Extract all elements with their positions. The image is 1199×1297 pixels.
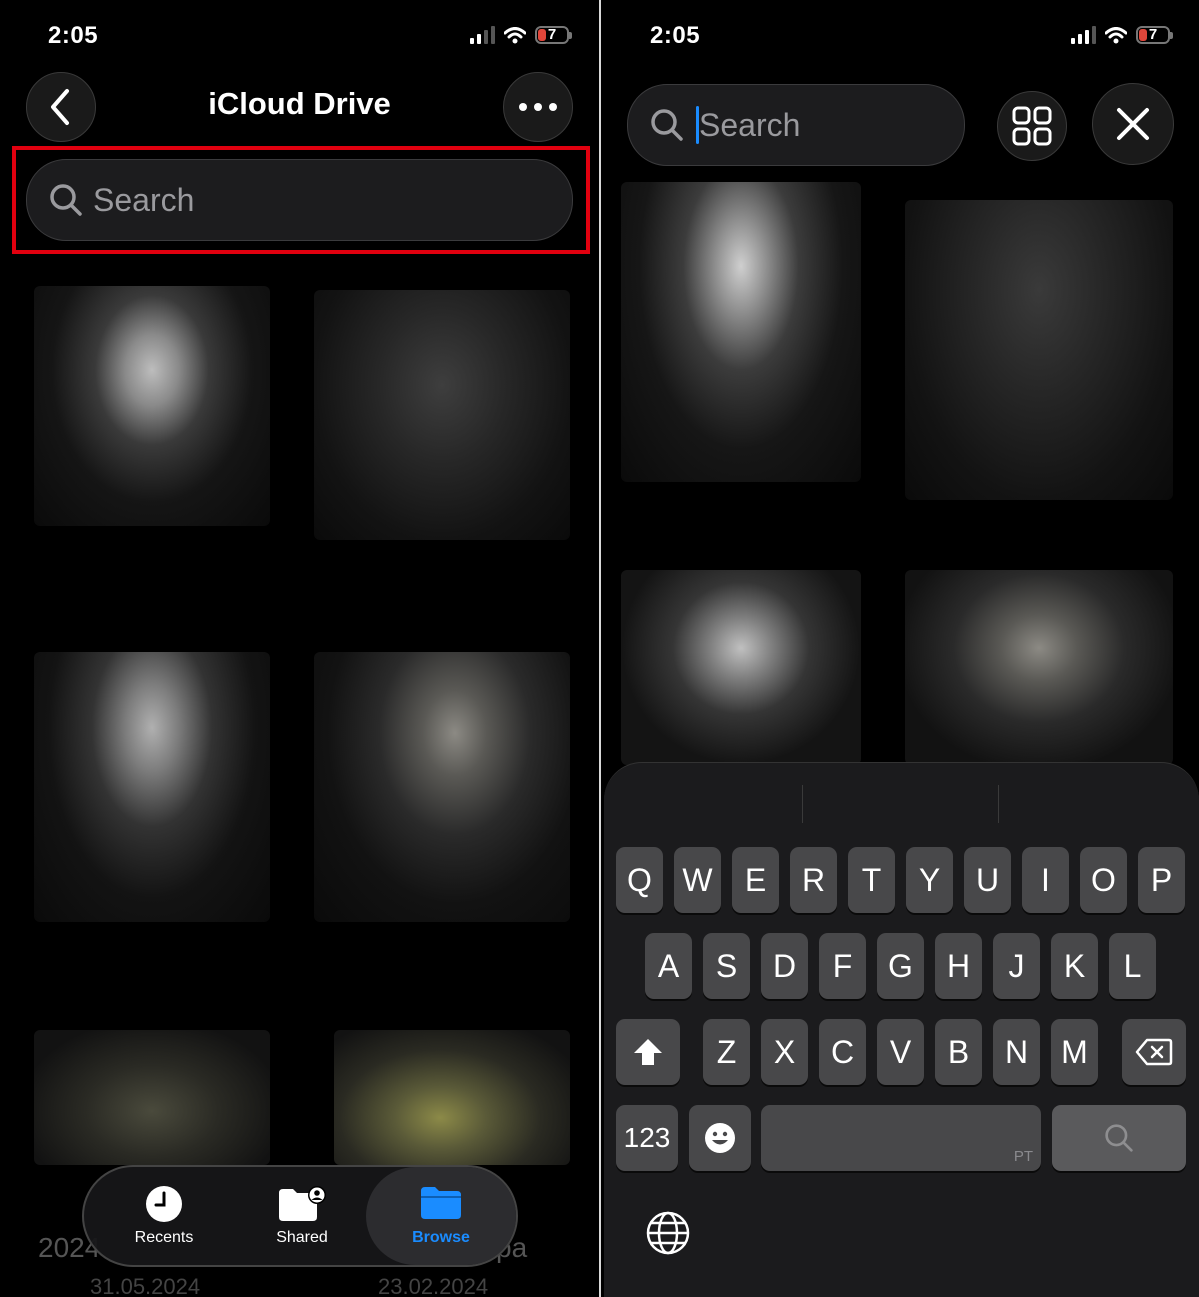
key-d[interactable]: D xyxy=(761,933,808,999)
tab-browse[interactable]: Browse xyxy=(366,1167,516,1265)
key-x[interactable]: X xyxy=(761,1019,808,1085)
file-thumbnail[interactable] xyxy=(905,570,1173,765)
status-time: 2:05 xyxy=(650,22,701,49)
left-screen: 2:05 7 iCloud Drive Search 2024 pa 31.05… xyxy=(0,0,599,1297)
delete-key[interactable] xyxy=(1122,1019,1186,1085)
key-f[interactable]: F xyxy=(819,933,866,999)
tab-bar: Recents Shared Browse xyxy=(82,1165,518,1267)
file-date: 31.05.2024 xyxy=(90,1274,201,1297)
key-t[interactable]: T xyxy=(848,847,895,913)
key-m[interactable]: M xyxy=(1051,1019,1098,1085)
tab-shared-label: Shared xyxy=(276,1229,328,1246)
key-r[interactable]: R xyxy=(790,847,837,913)
keyboard: Q W E R T Y U I O P A S D F G H J K L Z … xyxy=(604,762,1199,1297)
back-button[interactable] xyxy=(26,72,96,142)
backspace-icon xyxy=(1135,1038,1173,1066)
tab-shared[interactable]: Shared xyxy=(234,1167,370,1265)
folder-icon xyxy=(421,1187,461,1219)
tab-recents-label: Recents xyxy=(134,1229,194,1246)
space-key[interactable]: PT xyxy=(761,1105,1041,1171)
clock-icon xyxy=(146,1186,182,1222)
suggestion-divider xyxy=(802,785,803,823)
battery-icon: 7 xyxy=(1136,26,1173,44)
cellular-signal-icon xyxy=(470,26,495,44)
key-n[interactable]: N xyxy=(993,1019,1040,1085)
file-date: 23.02.2024 xyxy=(378,1274,489,1297)
numbers-key[interactable]: 123 xyxy=(616,1105,678,1171)
close-icon xyxy=(1117,108,1149,140)
file-thumbnail[interactable] xyxy=(905,200,1173,500)
grid-icon xyxy=(1012,106,1052,146)
file-thumbnail[interactable] xyxy=(34,286,270,526)
page-title: iCloud Drive xyxy=(208,86,391,121)
battery-level: 7 xyxy=(1148,26,1158,43)
emoji-icon xyxy=(705,1123,735,1153)
right-screen: 2:05 7 Search Q W E R T Y U I O P A S D … xyxy=(601,0,1199,1297)
suggestion-divider xyxy=(998,785,999,823)
chevron-left-icon xyxy=(51,89,69,125)
wifi-icon xyxy=(504,26,526,43)
file-thumbnail[interactable] xyxy=(621,182,861,482)
battery-icon: 7 xyxy=(535,26,572,44)
key-l[interactable]: L xyxy=(1109,933,1156,999)
view-toggle-button[interactable] xyxy=(997,91,1067,161)
file-thumbnail[interactable] xyxy=(34,1030,270,1165)
globe-icon[interactable] xyxy=(646,1211,690,1255)
key-z[interactable]: Z xyxy=(703,1019,750,1085)
tab-recents[interactable]: Recents xyxy=(96,1167,232,1265)
key-w[interactable]: W xyxy=(674,847,721,913)
close-button[interactable] xyxy=(1092,83,1174,165)
battery-level: 7 xyxy=(547,26,557,43)
more-button[interactable] xyxy=(503,72,573,142)
tab-browse-label: Browse xyxy=(412,1229,470,1246)
key-s[interactable]: S xyxy=(703,933,750,999)
key-h[interactable]: H xyxy=(935,933,982,999)
ellipsis-icon xyxy=(519,103,557,111)
file-thumbnail[interactable] xyxy=(314,652,570,922)
search-icon xyxy=(651,109,683,141)
search-key[interactable] xyxy=(1052,1105,1186,1171)
search-field[interactable]: Search xyxy=(627,84,965,166)
file-thumbnail[interactable] xyxy=(621,570,861,765)
key-j[interactable]: J xyxy=(993,933,1040,999)
wifi-icon xyxy=(1105,26,1127,43)
status-icons: 7 xyxy=(470,26,572,44)
status-time: 2:05 xyxy=(48,22,99,49)
status-icons: 7 xyxy=(1071,26,1173,44)
key-g[interactable]: G xyxy=(877,933,924,999)
space-language-label: PT xyxy=(1013,1148,1033,1165)
search-placeholder: Search xyxy=(699,106,801,143)
file-thumbnail[interactable] xyxy=(314,290,570,540)
shared-folder-icon xyxy=(279,1186,326,1221)
emoji-key[interactable] xyxy=(689,1105,751,1171)
search-icon xyxy=(1105,1124,1133,1152)
key-c[interactable]: C xyxy=(819,1019,866,1085)
key-e[interactable]: E xyxy=(732,847,779,913)
key-p[interactable]: P xyxy=(1138,847,1185,913)
cellular-signal-icon xyxy=(1071,26,1096,44)
key-b[interactable]: B xyxy=(935,1019,982,1085)
file-thumbnail[interactable] xyxy=(334,1030,570,1165)
key-a[interactable]: A xyxy=(645,933,692,999)
key-o[interactable]: O xyxy=(1080,847,1127,913)
key-i[interactable]: I xyxy=(1022,847,1069,913)
key-v[interactable]: V xyxy=(877,1019,924,1085)
highlight-box xyxy=(12,146,590,254)
key-u[interactable]: U xyxy=(964,847,1011,913)
key-y[interactable]: Y xyxy=(906,847,953,913)
key-k[interactable]: K xyxy=(1051,933,1098,999)
shift-arrow-icon xyxy=(634,1039,662,1065)
shift-key[interactable] xyxy=(616,1019,680,1085)
file-thumbnail[interactable] xyxy=(34,652,270,922)
key-q[interactable]: Q xyxy=(616,847,663,913)
